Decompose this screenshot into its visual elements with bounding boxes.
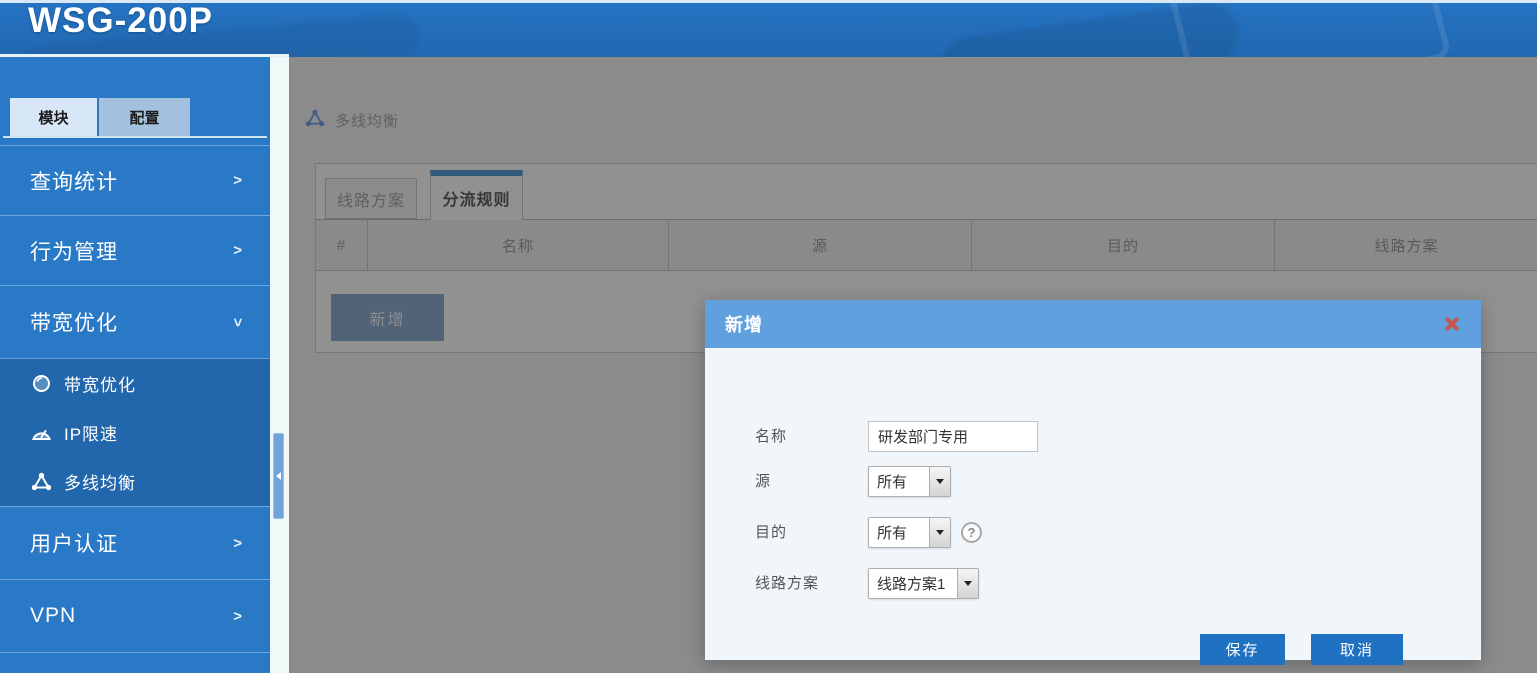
chevron-right-icon: > xyxy=(233,608,242,625)
name-field-label: 名称 xyxy=(755,421,860,452)
name-field[interactable] xyxy=(868,421,1038,452)
triangle-network-icon xyxy=(30,472,52,492)
banner-separator xyxy=(0,54,289,57)
sidebar-item-label: 带宽优化 xyxy=(30,307,233,337)
chevron-right-icon: > xyxy=(233,535,242,552)
line-plan-select[interactable]: 线路方案1 xyxy=(868,568,979,599)
source-field-label: 源 xyxy=(755,466,860,497)
top-banner: WSG-200P xyxy=(0,0,1537,57)
sidebar-item-behavior-mgmt[interactable]: 行为管理 > xyxy=(0,215,270,285)
top-highlight-strip xyxy=(0,0,1537,3)
sidebar-item-vpn[interactable]: VPN > xyxy=(0,579,270,652)
chevron-down-icon: > xyxy=(229,318,246,327)
sidebar-item-label: VPN xyxy=(30,604,233,628)
line-plan-field-label: 线路方案 xyxy=(755,568,860,599)
gauge-icon xyxy=(30,423,52,443)
sidebar-item-query-stats[interactable]: 查询统计 > xyxy=(0,145,270,215)
sidebar: 模块 配置 查询统计 > 行为管理 > 带宽优化 > 带宽优化 IP限速 xyxy=(0,57,270,673)
sidebar-tab-config[interactable]: 配置 xyxy=(99,98,190,136)
sidebar-divider xyxy=(0,652,270,653)
chevron-right-icon: > xyxy=(233,172,242,189)
sidebar-submenu-bandwidth: 带宽优化 IP限速 多线均衡 xyxy=(0,358,270,506)
brand-logo: WSG-200P xyxy=(28,1,213,41)
sphere-icon xyxy=(30,374,52,394)
submenu-item-label: 带宽优化 xyxy=(64,371,136,396)
submenu-item-label: IP限速 xyxy=(64,420,118,445)
sidebar-tab-label: 模块 xyxy=(38,107,68,128)
sidebar-item-bandwidth-opt[interactable]: 带宽优化 > xyxy=(0,285,270,358)
help-icon[interactable]: ? xyxy=(961,522,982,543)
sidebar-item-label: 查询统计 xyxy=(30,166,233,196)
sidebar-item-label: 行为管理 xyxy=(30,236,233,266)
chevron-left-icon xyxy=(276,472,281,480)
submenu-item-ip-limit[interactable]: IP限速 xyxy=(0,408,270,457)
modal-title: 新增 xyxy=(725,311,1443,337)
close-icon[interactable] xyxy=(1443,315,1461,333)
add-rule-modal: 新增 名称 源 所有 目的 所有 ? 线路方案 线路方案1 保存 取消 xyxy=(705,300,1481,660)
submenu-item-multiline-balance[interactable]: 多线均衡 xyxy=(0,457,270,506)
modal-header: 新增 xyxy=(705,300,1481,348)
sidebar-tab-modules[interactable]: 模块 xyxy=(10,98,97,136)
sidebar-item-label: 用户认证 xyxy=(30,528,233,558)
sidebar-tab-underline xyxy=(3,136,267,138)
submenu-item-label: 多线均衡 xyxy=(64,469,136,494)
dropdown-arrow-icon xyxy=(929,518,950,547)
collapse-sidebar-handle[interactable] xyxy=(273,433,284,519)
sidebar-tab-label: 配置 xyxy=(129,107,159,128)
save-button[interactable]: 保存 xyxy=(1200,634,1285,665)
line-plan-select-value: 线路方案1 xyxy=(869,569,957,598)
sidebar-tab-bar: 模块 配置 xyxy=(0,57,270,145)
sidebar-gutter xyxy=(270,57,289,673)
dropdown-arrow-icon xyxy=(929,467,950,496)
source-select[interactable]: 所有 xyxy=(868,466,951,497)
chevron-right-icon: > xyxy=(233,242,242,259)
keyboard-background-image xyxy=(1168,0,1452,57)
dropdown-arrow-icon xyxy=(957,569,978,598)
destination-select-value: 所有 xyxy=(869,518,929,547)
sidebar-item-user-auth[interactable]: 用户认证 > xyxy=(0,506,270,579)
submenu-item-bandwidth-opt[interactable]: 带宽优化 xyxy=(0,359,270,408)
modal-body: 名称 源 所有 目的 所有 ? 线路方案 线路方案1 保存 取消 xyxy=(705,348,1481,660)
destination-field-label: 目的 xyxy=(755,517,860,548)
destination-select[interactable]: 所有 xyxy=(868,517,951,548)
source-select-value: 所有 xyxy=(869,467,929,496)
cancel-button[interactable]: 取消 xyxy=(1311,634,1403,665)
